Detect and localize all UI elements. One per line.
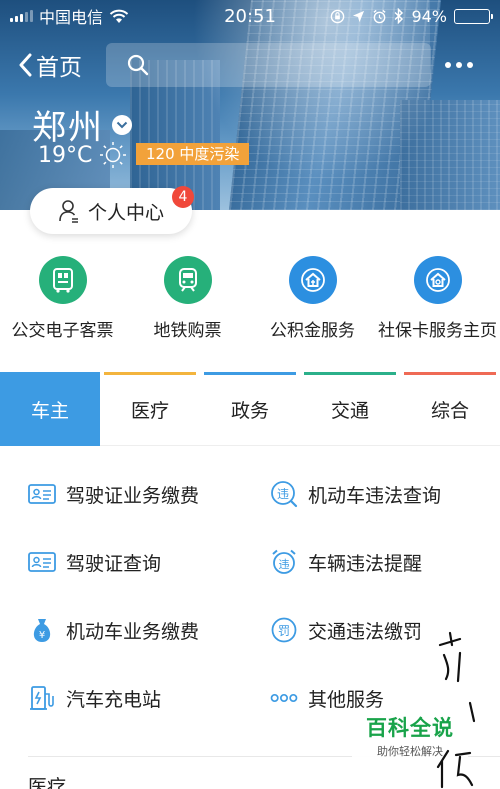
user-icon xyxy=(59,200,78,223)
status-bar: 中国电信 20:51 94% xyxy=(0,0,500,32)
tab-label: 综合 xyxy=(430,399,469,422)
service-label: 车辆违法提醒 xyxy=(308,552,423,575)
user-center-button[interactable]: 个人中心 4 xyxy=(30,186,194,234)
quick-service-label: 公交电子客票 xyxy=(11,321,114,341)
id-card-icon xyxy=(28,480,56,508)
housing-fund-icon xyxy=(288,256,337,304)
category-tabs: 车主 医疗 政务 交通 综合 xyxy=(0,372,500,446)
notification-badge: 4 xyxy=(172,186,194,208)
tab-general[interactable]: 综合 xyxy=(400,372,500,446)
social-security-icon xyxy=(413,256,462,304)
bluetooth-icon xyxy=(394,8,404,24)
svg-text:罚: 罚 xyxy=(278,624,290,638)
status-time: 20:51 xyxy=(224,5,276,27)
service-charging-station[interactable]: 汽车充电站 xyxy=(0,684,250,712)
charging-station-icon xyxy=(28,684,56,712)
more-menu-button[interactable] xyxy=(445,62,473,68)
back-label: 首页 xyxy=(36,55,82,81)
quick-service-housing-fund[interactable]: 公积金服务 xyxy=(250,256,375,341)
money-bag-icon: ¥ xyxy=(28,616,56,644)
more-dots-icon xyxy=(270,684,298,712)
alarm-icon: 违 xyxy=(270,548,298,576)
battery-icon xyxy=(454,8,493,24)
user-center-label: 个人中心 xyxy=(87,201,164,224)
alarm-clock-icon xyxy=(373,9,387,23)
svg-text:¥: ¥ xyxy=(39,630,45,641)
battery-percent: 94% xyxy=(411,6,447,26)
quick-service-social-security[interactable]: 社保卡服务主页 xyxy=(375,256,500,341)
navigation-bar: 首页 xyxy=(0,42,500,88)
service-label: 其他服务 xyxy=(308,688,385,711)
service-license-query[interactable]: 驾驶证查询 xyxy=(0,548,250,576)
fine-icon: 罚 xyxy=(270,616,298,644)
tab-label: 车主 xyxy=(30,399,69,422)
wifi-icon xyxy=(109,9,129,23)
tab-car-owner[interactable]: 车主 xyxy=(0,372,100,446)
metro-icon xyxy=(163,256,212,304)
chevron-left-icon xyxy=(19,53,32,77)
quick-service-bus-ticket[interactable]: 公交电子客票 xyxy=(0,256,125,341)
violation-search-icon: 违 xyxy=(270,480,298,508)
svg-text:违: 违 xyxy=(277,487,289,501)
search-icon xyxy=(127,54,149,76)
sun-icon xyxy=(100,142,127,168)
quick-service-label: 地铁购票 xyxy=(153,321,222,341)
orientation-lock-icon xyxy=(331,9,345,23)
section-title-medical: 医疗 xyxy=(28,776,67,789)
search-input[interactable] xyxy=(106,43,431,87)
tab-medical[interactable]: 医疗 xyxy=(100,372,200,446)
city-banner: 中国电信 20:51 94% 首页 郑州 19°C 120 中度污染 xyxy=(0,0,500,210)
service-label: 汽车充电站 xyxy=(66,688,162,711)
service-vehicle-fee[interactable]: ¥ 机动车业务缴费 xyxy=(0,616,250,644)
tab-label: 交通 xyxy=(330,399,369,422)
quick-service-metro[interactable]: 地铁购票 xyxy=(125,256,250,341)
service-license-fee[interactable]: 驾驶证业务缴费 xyxy=(0,480,250,508)
service-label: 驾驶证查询 xyxy=(66,552,162,575)
quick-service-label: 社保卡服务主页 xyxy=(378,321,497,341)
back-button[interactable]: 首页 xyxy=(18,48,108,82)
tab-label: 政务 xyxy=(230,399,269,422)
tab-government[interactable]: 政务 xyxy=(200,372,300,446)
service-label: 机动车违法查询 xyxy=(308,484,442,507)
tab-traffic[interactable]: 交通 xyxy=(300,372,400,446)
chevron-down-icon xyxy=(112,114,132,135)
weather-info: 19°C xyxy=(38,140,128,170)
service-label: 驾驶证业务缴费 xyxy=(66,484,200,507)
handwriting-scribble xyxy=(436,631,476,789)
service-violation-query[interactable]: 违 机动车违法查询 xyxy=(250,480,500,508)
quick-service-label: 公积金服务 xyxy=(270,321,355,341)
temperature: 19°C xyxy=(38,142,93,168)
signal-icon xyxy=(10,10,33,22)
svg-text:违: 违 xyxy=(279,558,290,571)
carrier-name: 中国电信 xyxy=(39,8,104,27)
service-list: 驾驶证业务缴费 违 机动车违法查询 驾驶证查询 违 车辆违法提醒 ¥ 机动车业务… xyxy=(0,460,500,732)
pollution-badge: 120 中度污染 xyxy=(136,143,250,165)
tab-label: 医疗 xyxy=(130,399,169,422)
quick-services: 公交电子客票 地铁购票 公积金服务 社保卡服务主页 xyxy=(0,256,500,341)
service-label: 机动车业务缴费 xyxy=(66,620,200,643)
bus-ticket-icon xyxy=(38,256,87,304)
service-label: 交通违法缴罚 xyxy=(308,620,423,643)
location-icon xyxy=(353,10,365,22)
service-violation-alert[interactable]: 违 车辆违法提醒 xyxy=(250,548,500,576)
id-card-icon xyxy=(28,548,56,576)
